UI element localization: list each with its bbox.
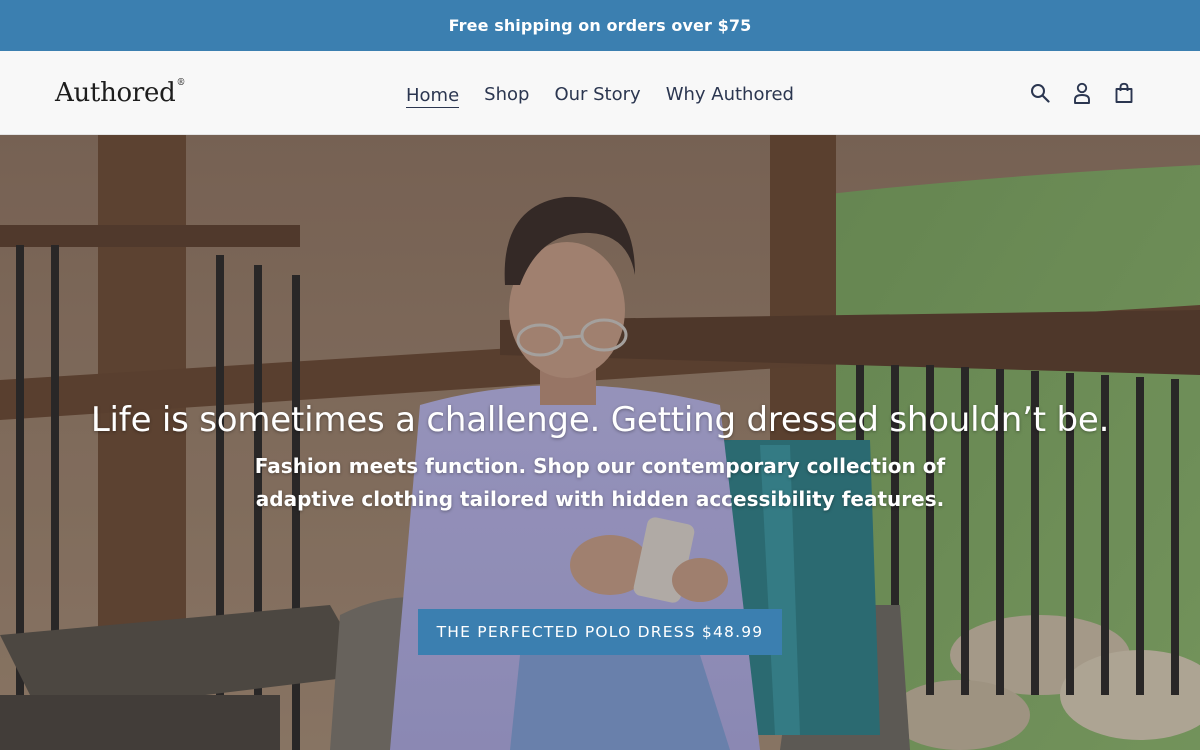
nav-shop[interactable]: Shop — [484, 80, 529, 109]
nav-home[interactable]: Home — [406, 81, 460, 108]
hero-banner: Life is sometimes a challenge. Getting d… — [0, 135, 1200, 750]
account-icon — [1074, 82, 1090, 104]
hero-subtitle: Fashion meets function. Shop our contemp… — [254, 454, 946, 511]
logo-registered-mark: ® — [176, 78, 186, 89]
search-button[interactable] — [1028, 79, 1052, 107]
announcement-text[interactable]: Free shipping on orders over $75 — [449, 16, 752, 35]
hero-cta-button[interactable]: THE PERFECTED POLO DRESS $48.99 — [417, 609, 783, 655]
announcement-bar: Free shipping on orders over $75 — [0, 0, 1200, 51]
site-logo[interactable]: Authored® — [55, 78, 185, 108]
site-header: Authored® Home Shop Our Story Why Author… — [0, 51, 1200, 135]
cart-button[interactable] — [1112, 79, 1136, 107]
cart-icon — [1115, 82, 1133, 103]
nav-our-story[interactable]: Our Story — [554, 80, 640, 109]
hero-content: Life is sometimes a challenge. Getting d… — [0, 400, 1200, 655]
header-icons — [1028, 79, 1136, 107]
search-icon — [1031, 84, 1050, 103]
account-button[interactable] — [1070, 79, 1094, 107]
nav-why-authored[interactable]: Why Authored — [666, 80, 794, 109]
hero-title: Life is sometimes a challenge. Getting d… — [90, 400, 1110, 440]
logo-text: Authored — [55, 78, 176, 108]
